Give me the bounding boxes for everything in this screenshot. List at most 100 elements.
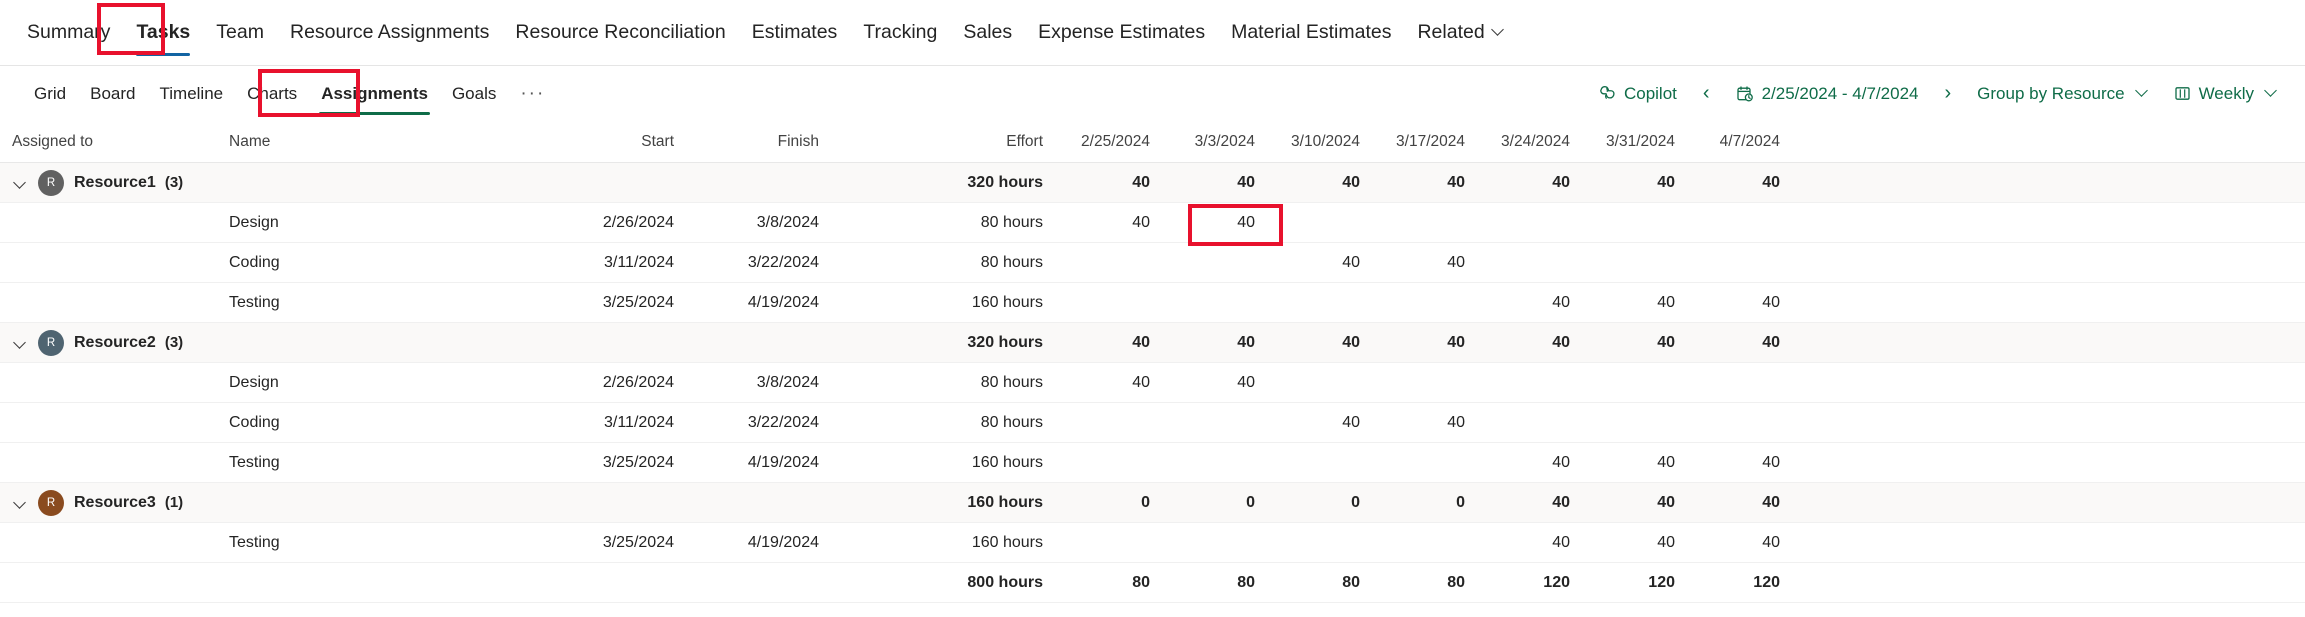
task-effort-cell[interactable]: 80 hours (877, 374, 1067, 392)
task-effort-cell[interactable]: 80 hours (877, 254, 1067, 272)
nav-tab-estimates[interactable]: Estimates (739, 0, 851, 66)
resource-name: Resource3 (74, 493, 156, 511)
task-week-cell[interactable]: 40 (1277, 414, 1382, 432)
task-effort-cell[interactable]: 80 hours (877, 414, 1067, 432)
view-tab-timeline[interactable]: Timeline (148, 66, 236, 121)
nav-tab-resource-reconciliation[interactable]: Resource Reconciliation (502, 0, 738, 66)
task-name-cell[interactable]: Coding (222, 254, 522, 272)
column-header-start[interactable]: Start (522, 133, 702, 151)
nav-tab-tasks[interactable]: Tasks (123, 0, 203, 66)
column-header-finish[interactable]: Finish (702, 133, 877, 151)
column-header-week-4[interactable]: 3/24/2024 (1487, 133, 1592, 151)
column-header-effort[interactable]: Effort (877, 133, 1067, 151)
previous-period-button[interactable]: ‹ (1691, 82, 1722, 105)
view-tab-assignments[interactable]: Assignments (309, 66, 440, 121)
more-views-icon[interactable]: ··· (508, 83, 557, 105)
task-effort-cell[interactable]: 80 hours (877, 214, 1067, 232)
column-header-assigned-to[interactable]: Assigned to (0, 133, 222, 151)
task-row[interactable]: Coding 3/11/2024 3/22/2024 80 hours 40 40 (0, 243, 2305, 283)
nav-tab-tracking[interactable]: Tracking (850, 0, 950, 66)
task-effort-cell[interactable]: 160 hours (877, 294, 1067, 312)
resource-task-count: (1) (164, 494, 184, 511)
copilot-button[interactable]: Copilot (1583, 75, 1691, 113)
task-week-cell[interactable]: 40 (1697, 534, 1802, 552)
task-finish-cell[interactable]: 4/19/2024 (702, 534, 877, 552)
task-week-cell[interactable]: 40 (1172, 214, 1277, 232)
nav-tab-expense-estimates[interactable]: Expense Estimates (1025, 0, 1218, 66)
task-week-cell[interactable]: 40 (1487, 454, 1592, 472)
task-name-cell[interactable]: Design (222, 214, 522, 232)
task-week-cell[interactable]: 40 (1067, 374, 1172, 392)
nav-tab-label: Tasks (136, 21, 191, 43)
task-week-cell[interactable]: 40 (1697, 294, 1802, 312)
task-row[interactable]: Coding 3/11/2024 3/22/2024 80 hours 40 40 (0, 403, 2305, 443)
task-week-cell[interactable]: 40 (1382, 254, 1487, 272)
nav-tab-summary[interactable]: Summary (14, 0, 123, 66)
nav-tab-label: Material Estimates (1231, 21, 1392, 43)
column-header-week-2[interactable]: 3/10/2024 (1277, 133, 1382, 151)
task-start-cell[interactable]: 3/11/2024 (522, 254, 702, 272)
group-expand-collapse-icon[interactable] (12, 175, 28, 191)
task-week-cell[interactable]: 40 (1487, 294, 1592, 312)
task-start-cell[interactable]: 2/26/2024 (522, 374, 702, 392)
task-start-cell[interactable]: 3/25/2024 (522, 294, 702, 312)
group-expand-collapse-icon[interactable] (12, 495, 28, 511)
resource-group-row[interactable]: R Resource3 (1) 160 hours 0 0 0 0 40 40 40 (0, 483, 2305, 523)
column-header-name[interactable]: Name (222, 133, 522, 151)
next-period-button[interactable]: › (1932, 82, 1963, 105)
task-finish-cell[interactable]: 4/19/2024 (702, 294, 877, 312)
task-row[interactable]: Design 2/26/2024 3/8/2024 80 hours 40 40 (0, 363, 2305, 403)
task-effort-cell[interactable]: 160 hours (877, 534, 1067, 552)
task-finish-cell[interactable]: 3/8/2024 (702, 214, 877, 232)
task-row[interactable]: Testing 3/25/2024 4/19/2024 160 hours 40 40 40 (0, 443, 2305, 483)
task-week-cell[interactable]: 40 (1277, 254, 1382, 272)
task-row[interactable]: Testing 3/25/2024 4/19/2024 160 hours 40 40 40 (0, 283, 2305, 323)
view-tab-goals[interactable]: Goals (440, 66, 508, 121)
task-week-cell[interactable]: 40 (1592, 294, 1697, 312)
resource-group-row[interactable]: R Resource1 (3) 320 hours 40 40 40 40 40 40 40 (0, 163, 2305, 203)
group-week-cell: 40 (1342, 333, 1360, 351)
task-start-cell[interactable]: 2/26/2024 (522, 214, 702, 232)
task-name-cell[interactable]: Testing (222, 294, 522, 312)
nav-tab-team[interactable]: Team (203, 0, 277, 66)
group-by-dropdown[interactable]: Group by Resource (1963, 75, 2159, 113)
task-finish-cell[interactable]: 3/8/2024 (702, 374, 877, 392)
task-name-cell[interactable]: Testing (222, 454, 522, 472)
task-name-cell[interactable]: Coding (222, 414, 522, 432)
view-tab-grid[interactable]: Grid (22, 66, 78, 121)
column-header-week-1[interactable]: 3/3/2024 (1172, 133, 1277, 151)
task-name-cell[interactable]: Testing (222, 534, 522, 552)
view-tab-charts[interactable]: Charts (235, 66, 309, 121)
nav-tab-label: Team (216, 21, 264, 43)
nav-tab-related[interactable]: Related (1404, 0, 1514, 66)
nav-tab-material-estimates[interactable]: Material Estimates (1218, 0, 1404, 66)
task-start-cell[interactable]: 3/11/2024 (522, 414, 702, 432)
task-start-cell[interactable]: 3/25/2024 (522, 534, 702, 552)
task-week-cell[interactable]: 40 (1172, 374, 1277, 392)
task-week-cell[interactable]: 40 (1382, 414, 1487, 432)
column-header-week-0[interactable]: 2/25/2024 (1067, 133, 1172, 151)
task-finish-cell[interactable]: 4/19/2024 (702, 454, 877, 472)
nav-tab-resource-assignments[interactable]: Resource Assignments (277, 0, 502, 66)
task-week-cell[interactable]: 40 (1487, 534, 1592, 552)
view-scale-dropdown[interactable]: Weekly (2160, 75, 2289, 113)
task-week-cell[interactable]: 40 (1592, 454, 1697, 472)
task-row[interactable]: Design 2/26/2024 3/8/2024 80 hours 40 40 (0, 203, 2305, 243)
column-header-week-3[interactable]: 3/17/2024 (1382, 133, 1487, 151)
task-effort-cell[interactable]: 160 hours (877, 454, 1067, 472)
task-row[interactable]: Testing 3/25/2024 4/19/2024 160 hours 40 40 40 (0, 523, 2305, 563)
resource-group-row[interactable]: R Resource2 (3) 320 hours 40 40 40 40 40 40 40 (0, 323, 2305, 363)
view-tab-board[interactable]: Board (78, 66, 147, 121)
group-expand-collapse-icon[interactable] (12, 335, 28, 351)
date-range-picker[interactable]: 2/25/2024 - 4/7/2024 (1722, 75, 1933, 113)
task-week-cell[interactable]: 40 (1067, 214, 1172, 232)
task-finish-cell[interactable]: 3/22/2024 (702, 414, 877, 432)
task-week-cell[interactable]: 40 (1592, 534, 1697, 552)
task-week-cell[interactable]: 40 (1697, 454, 1802, 472)
task-name-cell[interactable]: Design (222, 374, 522, 392)
column-header-week-6[interactable]: 4/7/2024 (1697, 133, 1802, 151)
nav-tab-sales[interactable]: Sales (950, 0, 1025, 66)
task-start-cell[interactable]: 3/25/2024 (522, 454, 702, 472)
task-finish-cell[interactable]: 3/22/2024 (702, 254, 877, 272)
column-header-week-5[interactable]: 3/31/2024 (1592, 133, 1697, 151)
